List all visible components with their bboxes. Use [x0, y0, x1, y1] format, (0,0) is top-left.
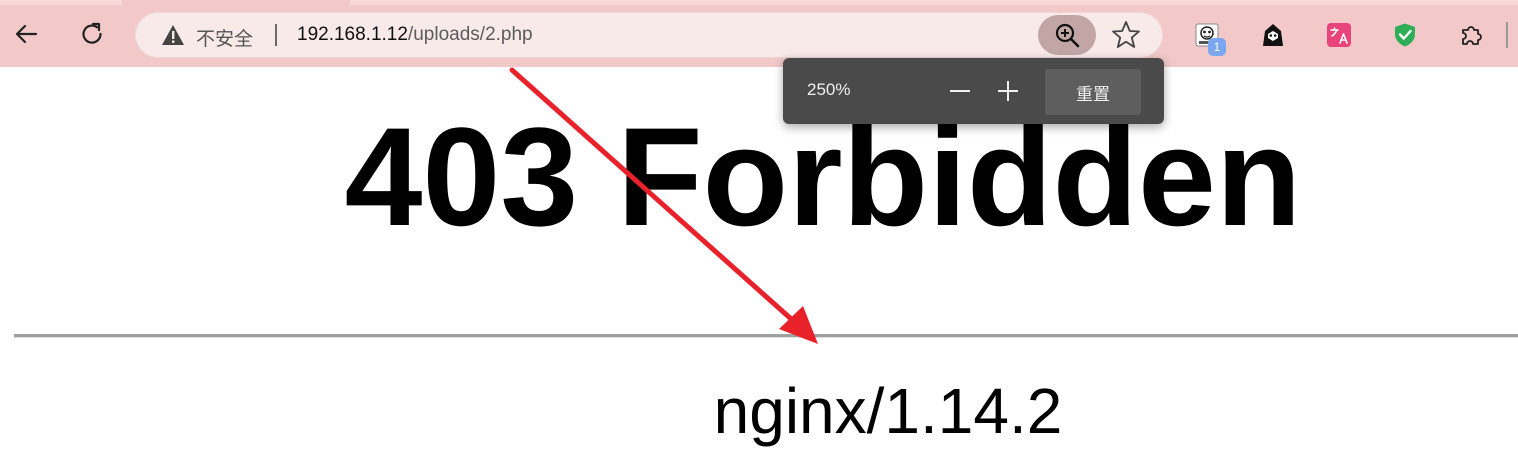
url-path: /uploads/2.php	[407, 24, 533, 45]
zoom-level-label: 250%	[807, 80, 851, 99]
server-signature: nginx/1.14.2	[713, 375, 1063, 447]
extension-badge: 1	[1208, 38, 1226, 56]
browser-toolbar: 不安全 192.168.1.12/uploads/2.php 1	[0, 0, 1518, 67]
reload-button[interactable]	[72, 14, 112, 54]
security-status-label[interactable]: 不安全	[196, 24, 253, 51]
address-separator	[275, 24, 277, 46]
annotation-arrow-head	[779, 306, 818, 344]
translate-icon	[1327, 23, 1351, 47]
reload-icon	[82, 22, 102, 44]
translate-button[interactable]	[1322, 18, 1356, 52]
url-text[interactable]: 192.168.1.12/uploads/2.php	[297, 24, 533, 46]
tab-strip	[0, 0, 1518, 5]
extension-hacker-button[interactable]	[1256, 18, 1290, 52]
extension-avatar-button[interactable]: 1	[1190, 18, 1226, 56]
minus-icon	[950, 90, 970, 92]
zoom-in-button[interactable]	[990, 73, 1026, 109]
horizontal-rule	[14, 334, 1518, 338]
back-button[interactable]	[6, 14, 46, 54]
zoom-button[interactable]	[1038, 15, 1096, 55]
puzzle-icon	[1462, 26, 1482, 45]
shield-check-icon	[1395, 23, 1415, 47]
extensions-button[interactable]	[1454, 18, 1488, 52]
plus-icon	[998, 81, 1018, 101]
url-host: 192.168.1.12	[297, 24, 408, 45]
page-title: 403 Forbidden	[344, 98, 1302, 255]
toolbar-divider	[1506, 22, 1508, 48]
address-bar[interactable]: 不安全 192.168.1.12/uploads/2.php	[135, 12, 1163, 58]
zoom-out-button[interactable]	[942, 73, 978, 109]
extension-hacker-icon	[1263, 24, 1283, 46]
active-tab[interactable]	[122, 0, 350, 5]
zoom-popup: 250% 重置	[783, 58, 1164, 124]
zoom-reset-button[interactable]: 重置	[1045, 69, 1141, 115]
warning-icon[interactable]	[161, 24, 185, 46]
star-icon[interactable]	[1110, 19, 1142, 51]
shield-extension-button[interactable]	[1388, 18, 1422, 52]
zoom-in-icon	[1055, 23, 1080, 48]
back-icon	[15, 24, 38, 44]
